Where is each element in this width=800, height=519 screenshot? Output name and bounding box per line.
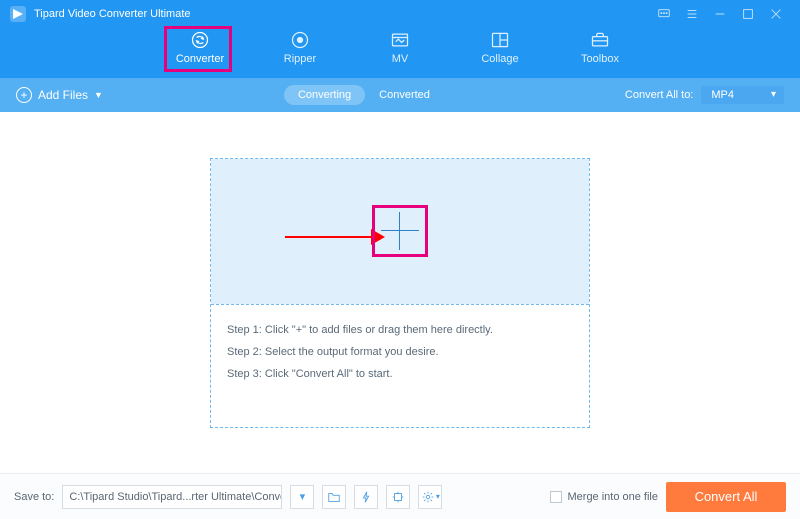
step-3: Step 3: Click "Convert All" to start. bbox=[227, 363, 573, 385]
format-select[interactable]: MP4 bbox=[701, 86, 784, 104]
convert-all-button[interactable]: Convert All bbox=[666, 482, 786, 512]
nav-mv[interactable]: MV bbox=[370, 30, 430, 78]
feedback-icon[interactable] bbox=[650, 0, 678, 28]
add-plus-icon[interactable] bbox=[375, 206, 425, 256]
menu-icon[interactable] bbox=[678, 0, 706, 28]
seg-converting[interactable]: Converting bbox=[284, 85, 365, 105]
nav-label: MV bbox=[392, 53, 409, 65]
maximize-icon[interactable] bbox=[734, 0, 762, 28]
collage-icon bbox=[490, 30, 510, 50]
add-files-button[interactable]: + Add Files ▼ bbox=[16, 87, 103, 103]
footer: Save to: C:\Tipard Studio\Tipard...rter … bbox=[0, 473, 800, 519]
step-2: Step 2: Select the output format you des… bbox=[227, 341, 573, 363]
convert-to-label: Convert All to: bbox=[625, 89, 693, 101]
chevron-down-icon: ▾ bbox=[300, 490, 306, 503]
drop-zone[interactable]: Step 1: Click "+" to add files or drag t… bbox=[210, 158, 590, 428]
ripper-icon bbox=[290, 30, 310, 50]
nav-toolbox[interactable]: Toolbox bbox=[570, 30, 630, 78]
save-path-input[interactable]: C:\Tipard Studio\Tipard...rter Ultimate\… bbox=[62, 485, 282, 509]
add-files-label: Add Files bbox=[38, 88, 88, 102]
main-nav: Converter Ripper MV Collage Toolbox bbox=[0, 28, 800, 78]
toolbox-icon bbox=[590, 30, 610, 50]
minimize-icon[interactable] bbox=[706, 0, 734, 28]
chevron-down-icon: ▼ bbox=[94, 90, 103, 100]
merge-label: Merge into one file bbox=[568, 491, 659, 503]
app-logo bbox=[10, 6, 26, 22]
drop-area[interactable] bbox=[211, 159, 589, 304]
hw-accel-button[interactable] bbox=[354, 485, 378, 509]
converter-icon bbox=[190, 30, 210, 50]
seg-converted[interactable]: Converted bbox=[365, 85, 444, 105]
chip-icon bbox=[391, 490, 405, 504]
nav-label: Ripper bbox=[284, 53, 316, 65]
gear-icon bbox=[421, 490, 435, 504]
plus-icon: + bbox=[16, 87, 32, 103]
chevron-down-icon: ▾ bbox=[436, 492, 440, 501]
status-segment: Converting Converted bbox=[284, 85, 444, 105]
steps-panel: Step 1: Click "+" to add files or drag t… bbox=[211, 304, 589, 399]
settings-button[interactable]: ▾ bbox=[418, 485, 442, 509]
app-title: Tipard Video Converter Ultimate bbox=[34, 8, 191, 20]
toolbar: + Add Files ▼ Converting Converted Conve… bbox=[0, 78, 800, 112]
gpu-button[interactable] bbox=[386, 485, 410, 509]
nav-ripper[interactable]: Ripper bbox=[270, 30, 330, 78]
stage: Step 1: Click "+" to add files or drag t… bbox=[0, 112, 800, 473]
nav-label: Collage bbox=[481, 53, 518, 65]
checkbox-icon bbox=[550, 491, 562, 503]
open-folder-button[interactable] bbox=[322, 485, 346, 509]
bolt-icon bbox=[359, 490, 373, 504]
save-to-label: Save to: bbox=[14, 491, 54, 503]
convert-all-to: Convert All to: MP4 bbox=[625, 86, 784, 104]
nav-converter[interactable]: Converter bbox=[170, 30, 230, 78]
close-icon[interactable] bbox=[762, 0, 790, 28]
mv-icon bbox=[390, 30, 410, 50]
path-dropdown-button[interactable]: ▾ bbox=[290, 485, 314, 509]
titlebar: Tipard Video Converter Ultimate bbox=[0, 0, 800, 28]
nav-collage[interactable]: Collage bbox=[470, 30, 530, 78]
annotation-arrow bbox=[285, 229, 385, 245]
merge-checkbox[interactable]: Merge into one file bbox=[550, 491, 659, 503]
step-1: Step 1: Click "+" to add files or drag t… bbox=[227, 319, 573, 341]
nav-label: Converter bbox=[176, 53, 224, 65]
folder-icon bbox=[327, 490, 341, 504]
nav-label: Toolbox bbox=[581, 53, 619, 65]
